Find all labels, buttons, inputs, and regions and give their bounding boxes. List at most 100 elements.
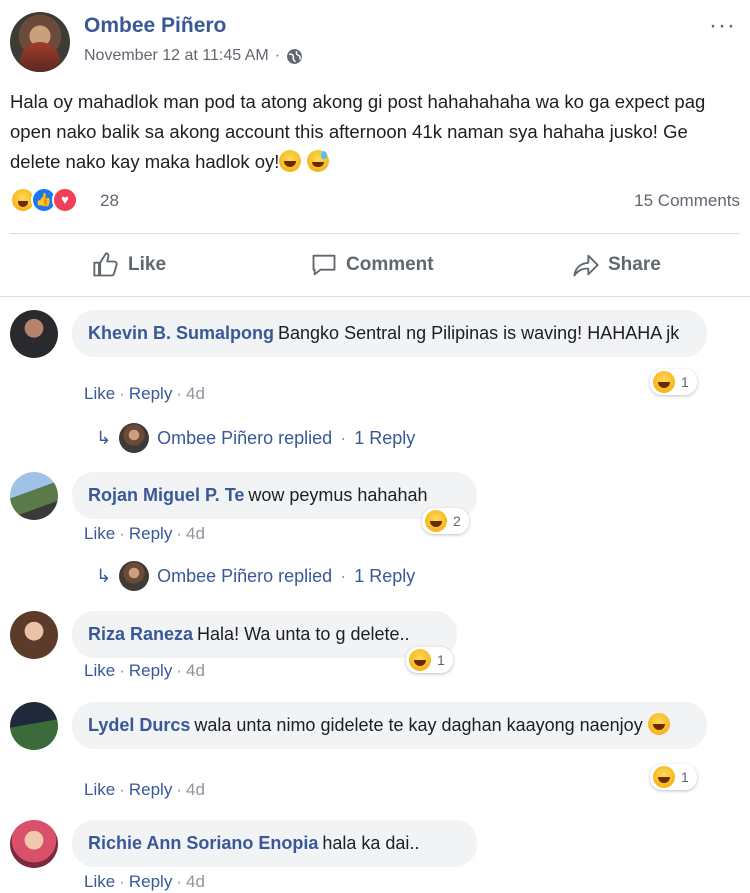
comment-time[interactable]: 4d xyxy=(186,661,205,680)
comment-text: wow peymus hahahah xyxy=(248,485,428,505)
commenter-avatar[interactable] xyxy=(10,820,58,868)
sweat-smile-emoji-icon xyxy=(306,150,329,172)
author-avatar[interactable] xyxy=(10,12,70,72)
reply-summary-name: Ombee Piñero replied xyxy=(157,427,333,448)
comment-reply-link[interactable]: Reply xyxy=(129,872,172,891)
comment-like-link[interactable]: Like xyxy=(84,384,115,403)
rofl-emoji-icon xyxy=(647,713,670,735)
share-button[interactable]: Share xyxy=(572,240,661,290)
comment-time[interactable]: 4d xyxy=(186,384,205,403)
comment-reactions[interactable]: 2 xyxy=(422,508,469,534)
like-label: Like xyxy=(128,254,167,275)
reply-summary[interactable]: ↳ Ombee Piñero replied · 1 Reply xyxy=(96,423,415,453)
share-arrow-icon xyxy=(573,254,599,277)
haha-reaction-icon xyxy=(409,649,431,671)
comment-text: wala unta nimo gidelete te kay daghan ka… xyxy=(194,715,643,735)
replier-avatar xyxy=(119,423,150,453)
like-button[interactable]: Like xyxy=(92,240,166,290)
comment-bubble-icon xyxy=(312,254,336,276)
comment-reply-link[interactable]: Reply xyxy=(129,780,172,799)
commenter-avatar[interactable] xyxy=(10,310,58,358)
post-timestamp[interactable]: November 12 at 11:45 AM xyxy=(84,47,269,65)
action-separator: · xyxy=(176,384,182,403)
comment-reaction-count: 1 xyxy=(681,374,689,390)
replier-avatar xyxy=(119,561,150,591)
comment-author[interactable]: Lydel Durcs xyxy=(88,715,190,735)
post-text: Hala oy mahadlok man pod ta atong akong … xyxy=(10,87,740,177)
action-separator: · xyxy=(176,524,182,543)
post-action-bar: Like Comment Share xyxy=(10,240,740,290)
comment-author[interactable]: Khevin B. Sumalpong xyxy=(88,323,274,343)
action-separator: · xyxy=(176,661,182,680)
reply-count: 1 Reply xyxy=(354,427,416,448)
haha-reaction-icon xyxy=(653,371,675,393)
comment-button[interactable]: Comment xyxy=(310,240,434,290)
reply-arrow-icon: ↳ xyxy=(96,427,112,448)
reactions-summary: 👍 ♥ 28 15 Comments xyxy=(10,187,740,217)
haha-reaction-icon xyxy=(425,510,447,532)
comment-text: Hala! Wa unta to g delete.. xyxy=(197,624,410,644)
comment-reply-link[interactable]: Reply xyxy=(129,661,172,680)
more-options-button[interactable]: ··· xyxy=(709,12,736,40)
commenter-avatar[interactable] xyxy=(10,611,58,659)
action-separator: · xyxy=(176,780,182,799)
tears-of-joy-emoji-icon xyxy=(279,150,302,172)
comment-bubble: Khevin B. Sumalpong Bangko Sentral ng Pil… xyxy=(72,310,707,357)
comment-actions: Like · Reply · 4d xyxy=(84,524,205,544)
action-separator: · xyxy=(176,872,182,891)
action-separator: · xyxy=(119,661,125,680)
reply-separator: · xyxy=(340,565,347,586)
comment-reactions[interactable]: 1 xyxy=(650,764,697,790)
comment-reaction-count: 2 xyxy=(453,513,461,529)
reaction-icons[interactable]: 👍 ♥ xyxy=(10,187,78,213)
comment-bubble: Lydel Durcs wala unta nimo gidelete te ka… xyxy=(72,702,707,749)
comment-like-link[interactable]: Like xyxy=(84,661,115,680)
comment-reaction-count: 1 xyxy=(437,652,445,668)
comment-reply-link[interactable]: Reply xyxy=(129,524,172,543)
comment-label: Comment xyxy=(346,254,434,275)
reply-separator: · xyxy=(340,427,347,448)
comment-bubble: Riza Raneza Hala! Wa unta to g delete.. xyxy=(72,611,457,658)
reply-summary[interactable]: ↳ Ombee Piñero replied · 1 Reply xyxy=(96,561,415,591)
post-body: Hala oy mahadlok man pod ta atong akong … xyxy=(10,91,706,172)
comment-reactions[interactable]: 1 xyxy=(406,647,453,673)
commenter-avatar[interactable] xyxy=(10,702,58,750)
comment-reaction-count: 1 xyxy=(681,769,689,785)
comment-time[interactable]: 4d xyxy=(186,780,205,799)
reply-count: 1 Reply xyxy=(354,565,416,586)
comment-time[interactable]: 4d xyxy=(186,524,205,543)
comment-bubble: Richie Ann Soriano Enopia hala ka dai.. xyxy=(72,820,477,867)
comment-actions: Like · Reply · 4d xyxy=(84,780,205,800)
comment-author[interactable]: Riza Raneza xyxy=(88,624,193,644)
reply-arrow-icon: ↳ xyxy=(96,565,112,586)
comment-text: hala ka dai.. xyxy=(322,833,420,853)
comment-author[interactable]: Rojan Miguel P. Te xyxy=(88,485,244,505)
thumbs-up-icon xyxy=(93,252,118,277)
meta-separator: · xyxy=(274,47,281,64)
comment-author[interactable]: Richie Ann Soriano Enopia xyxy=(88,833,318,853)
comment-bubble: Rojan Miguel P. Te wow peymus hahahah xyxy=(72,472,477,519)
commenter-avatar[interactable] xyxy=(10,472,58,520)
comment-like-link[interactable]: Like xyxy=(84,872,115,891)
comment-reply-link[interactable]: Reply xyxy=(129,384,172,403)
comment-like-link[interactable]: Like xyxy=(84,780,115,799)
action-separator: · xyxy=(119,524,125,543)
divider xyxy=(10,233,740,234)
globe-icon xyxy=(287,48,302,64)
post-header: Ombee Piñero November 12 at 11:45 AM · ·… xyxy=(10,12,740,74)
reaction-count[interactable]: 28 xyxy=(100,191,119,211)
post-meta: November 12 at 11:45 AM · xyxy=(84,47,303,65)
comments-count-link[interactable]: 15 Comments xyxy=(634,191,740,211)
post-author-name[interactable]: Ombee Piñero xyxy=(84,14,226,38)
comment-actions: Like · Reply · 4d xyxy=(84,661,205,681)
comment-reactions[interactable]: 1 xyxy=(650,369,697,395)
action-separator: · xyxy=(119,384,125,403)
reply-summary-name: Ombee Piñero replied xyxy=(157,565,333,586)
divider xyxy=(0,296,750,297)
comment-text: Bangko Sentral ng Pilipinas is waving! H… xyxy=(278,323,680,343)
action-separator: · xyxy=(119,780,125,799)
comment-like-link[interactable]: Like xyxy=(84,524,115,543)
comment-time[interactable]: 4d xyxy=(186,872,205,891)
action-separator: · xyxy=(119,872,125,891)
share-label: Share xyxy=(608,254,661,275)
